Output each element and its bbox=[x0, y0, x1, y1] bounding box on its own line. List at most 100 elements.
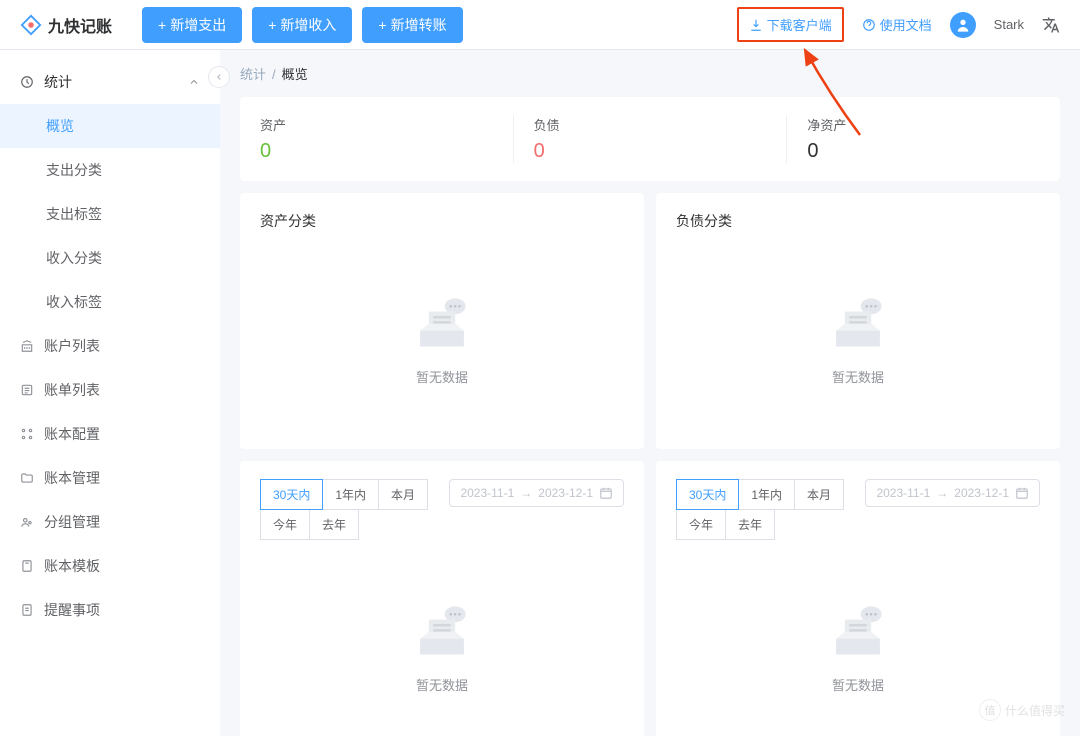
time-tabs: 30天内 1年内 本月 今年 去年 bbox=[260, 479, 439, 539]
stats-label: 统计 bbox=[44, 72, 72, 92]
language-icon[interactable] bbox=[1042, 16, 1060, 34]
avatar[interactable] bbox=[950, 12, 976, 38]
card-liability-category: 负债分类 暂无数据 bbox=[656, 193, 1060, 449]
date-range-picker[interactable]: 2023-11-1 → 2023-12-1 bbox=[865, 479, 1040, 507]
sidebar-item-group-manage[interactable]: 分组管理 bbox=[0, 500, 220, 544]
empty-icon bbox=[823, 595, 893, 665]
add-expense-button[interactable]: +新增支出 bbox=[142, 7, 242, 43]
app-logo[interactable]: 九快记账 bbox=[20, 13, 112, 37]
summary-liabilities: 负债 0 bbox=[514, 115, 788, 163]
empty-text: 暂无数据 bbox=[832, 675, 884, 694]
sidebar-item-label: 账户列表 bbox=[44, 336, 100, 356]
sidebar-item-label: 概览 bbox=[46, 116, 74, 136]
tab-year[interactable]: 今年 bbox=[260, 509, 310, 540]
sidebar-item-reminders[interactable]: 提醒事项 bbox=[0, 588, 220, 632]
chevron-up-icon bbox=[188, 76, 200, 88]
sidebar-item-ledger-manage[interactable]: 账本管理 bbox=[0, 456, 220, 500]
date-from: 2023-11-1 bbox=[460, 486, 514, 500]
breadcrumb-current: 概览 bbox=[282, 67, 308, 82]
breadcrumb-item[interactable]: 统计 bbox=[240, 67, 266, 82]
empty-state: 暂无数据 bbox=[260, 241, 624, 431]
summary-net: 净资产0 bbox=[787, 115, 1060, 163]
sidebar-item-label: 账本模板 bbox=[44, 556, 100, 576]
sidebar-item-label: 收入标签 bbox=[46, 292, 102, 312]
tab-lastyear[interactable]: 去年 bbox=[725, 509, 775, 540]
empty-icon bbox=[823, 287, 893, 357]
card-title: 资产分类 bbox=[260, 211, 624, 231]
tab-1y[interactable]: 1年内 bbox=[322, 479, 379, 510]
sidebar-item-label: 收入分类 bbox=[46, 248, 102, 268]
tab-30d[interactable]: 30天内 bbox=[676, 479, 739, 510]
summary-row: 资产 0 负债 0 净资产0 bbox=[240, 97, 1060, 181]
sidebar-item-income-cat[interactable]: 收入分类 bbox=[0, 236, 220, 280]
sidebar-collapse-button[interactable] bbox=[208, 66, 230, 88]
empty-state: 暂无数据 bbox=[260, 549, 624, 736]
folder-icon bbox=[20, 471, 34, 485]
plus-icon: + bbox=[378, 17, 386, 33]
watermark: 值 什么值得买 bbox=[979, 699, 1065, 721]
sidebar-item-label: 账本配置 bbox=[44, 424, 100, 444]
sidebar-item-accounts[interactable]: 账户列表 bbox=[0, 324, 220, 368]
tab-month[interactable]: 本月 bbox=[794, 479, 844, 510]
time-tabs: 30天内 1年内 本月 今年 去年 bbox=[676, 479, 855, 539]
empty-icon bbox=[407, 287, 477, 357]
sidebar-item-label: 支出标签 bbox=[46, 204, 102, 224]
date-to: 2023-12-1 bbox=[954, 486, 1009, 500]
card-title: 负债分类 bbox=[676, 211, 1040, 231]
sidebar-item-income-tag[interactable]: 收入标签 bbox=[0, 280, 220, 324]
calendar-icon bbox=[1015, 486, 1029, 500]
sidebar-group-stats[interactable]: 统计 bbox=[0, 60, 220, 104]
watermark-icon: 值 bbox=[979, 699, 1001, 721]
docs-link[interactable]: 使用文档 bbox=[862, 15, 932, 34]
sidebar-item-label: 账本管理 bbox=[44, 468, 100, 488]
sidebar-item-label: 提醒事项 bbox=[44, 600, 100, 620]
tab-30d[interactable]: 30天内 bbox=[260, 479, 323, 510]
summary-value: 0 bbox=[534, 140, 767, 163]
calendar-icon bbox=[599, 486, 613, 500]
add-transfer-button[interactable]: + 新增转账 bbox=[362, 7, 462, 43]
tab-month[interactable]: 本月 bbox=[378, 479, 428, 510]
header-action-buttons: +新增支出 +新增收入 +新增转账 bbox=[142, 7, 463, 43]
add-expense-label: 新增支出 bbox=[170, 15, 226, 35]
empty-text: 暂无数据 bbox=[832, 367, 884, 386]
download-icon bbox=[749, 18, 763, 32]
user-name[interactable]: Stark bbox=[994, 17, 1024, 32]
header-right: 下载客户端 使用文档 Stark bbox=[737, 7, 1060, 42]
add-income-button[interactable]: +新增收入 bbox=[252, 7, 352, 43]
reminder-icon bbox=[20, 603, 34, 617]
summary-assets: 资产 0 bbox=[240, 115, 514, 163]
download-label: 下载客户端 bbox=[767, 15, 832, 34]
add-transfer-label: 新增转账 bbox=[391, 15, 447, 35]
tab-year[interactable]: 今年 bbox=[676, 509, 726, 540]
tab-1y[interactable]: 1年内 bbox=[738, 479, 795, 510]
date-to: 2023-12-1 bbox=[538, 486, 593, 500]
watermark-text: 什么值得买 bbox=[1005, 702, 1065, 719]
add-income-label: 新增收入 bbox=[280, 15, 336, 35]
summary-value: 0 bbox=[260, 140, 493, 163]
sidebar-item-overview[interactable]: 概览 bbox=[0, 104, 220, 148]
logo-icon bbox=[20, 14, 42, 36]
avatar-icon bbox=[955, 17, 971, 33]
empty-icon bbox=[407, 595, 477, 665]
date-range-picker[interactable]: 2023-11-1 → 2023-12-1 bbox=[449, 479, 624, 507]
sidebar-item-expense-cat[interactable]: 支出分类 bbox=[0, 148, 220, 192]
sidebar-item-templates[interactable]: 账本模板 bbox=[0, 544, 220, 588]
tab-lastyear[interactable]: 去年 bbox=[309, 509, 359, 540]
sidebar: 统计 概览 支出分类 支出标签 收入分类 收入标签 账户列表 账单列表 账本配置… bbox=[0, 50, 220, 736]
breadcrumb: 统计/概览 bbox=[240, 50, 1060, 97]
config-icon bbox=[20, 427, 34, 441]
help-icon bbox=[862, 18, 876, 32]
plus-icon: + bbox=[158, 17, 166, 33]
arrow-right-icon: → bbox=[936, 486, 948, 500]
main-content: 统计/概览 资产 0 负债 0 净资产0 资产分类 暂无数据 负债分类 暂无数据 bbox=[220, 50, 1080, 736]
sidebar-item-expense-tag[interactable]: 支出标签 bbox=[0, 192, 220, 236]
sidebar-item-bills[interactable]: 账单列表 bbox=[0, 368, 220, 412]
summary-label: 资产 bbox=[260, 115, 493, 134]
summary-value: 0 bbox=[807, 140, 1040, 163]
group-icon bbox=[20, 515, 34, 529]
top-header: 九快记账 +新增支出 +新增收入 +新增转账 下载客户端 使用文档 Stark bbox=[0, 0, 1080, 50]
summary-label: 负债 bbox=[534, 115, 767, 134]
app-name: 九快记账 bbox=[48, 13, 112, 37]
download-client-link[interactable]: 下载客户端 bbox=[737, 7, 844, 42]
sidebar-item-ledger-config[interactable]: 账本配置 bbox=[0, 412, 220, 456]
